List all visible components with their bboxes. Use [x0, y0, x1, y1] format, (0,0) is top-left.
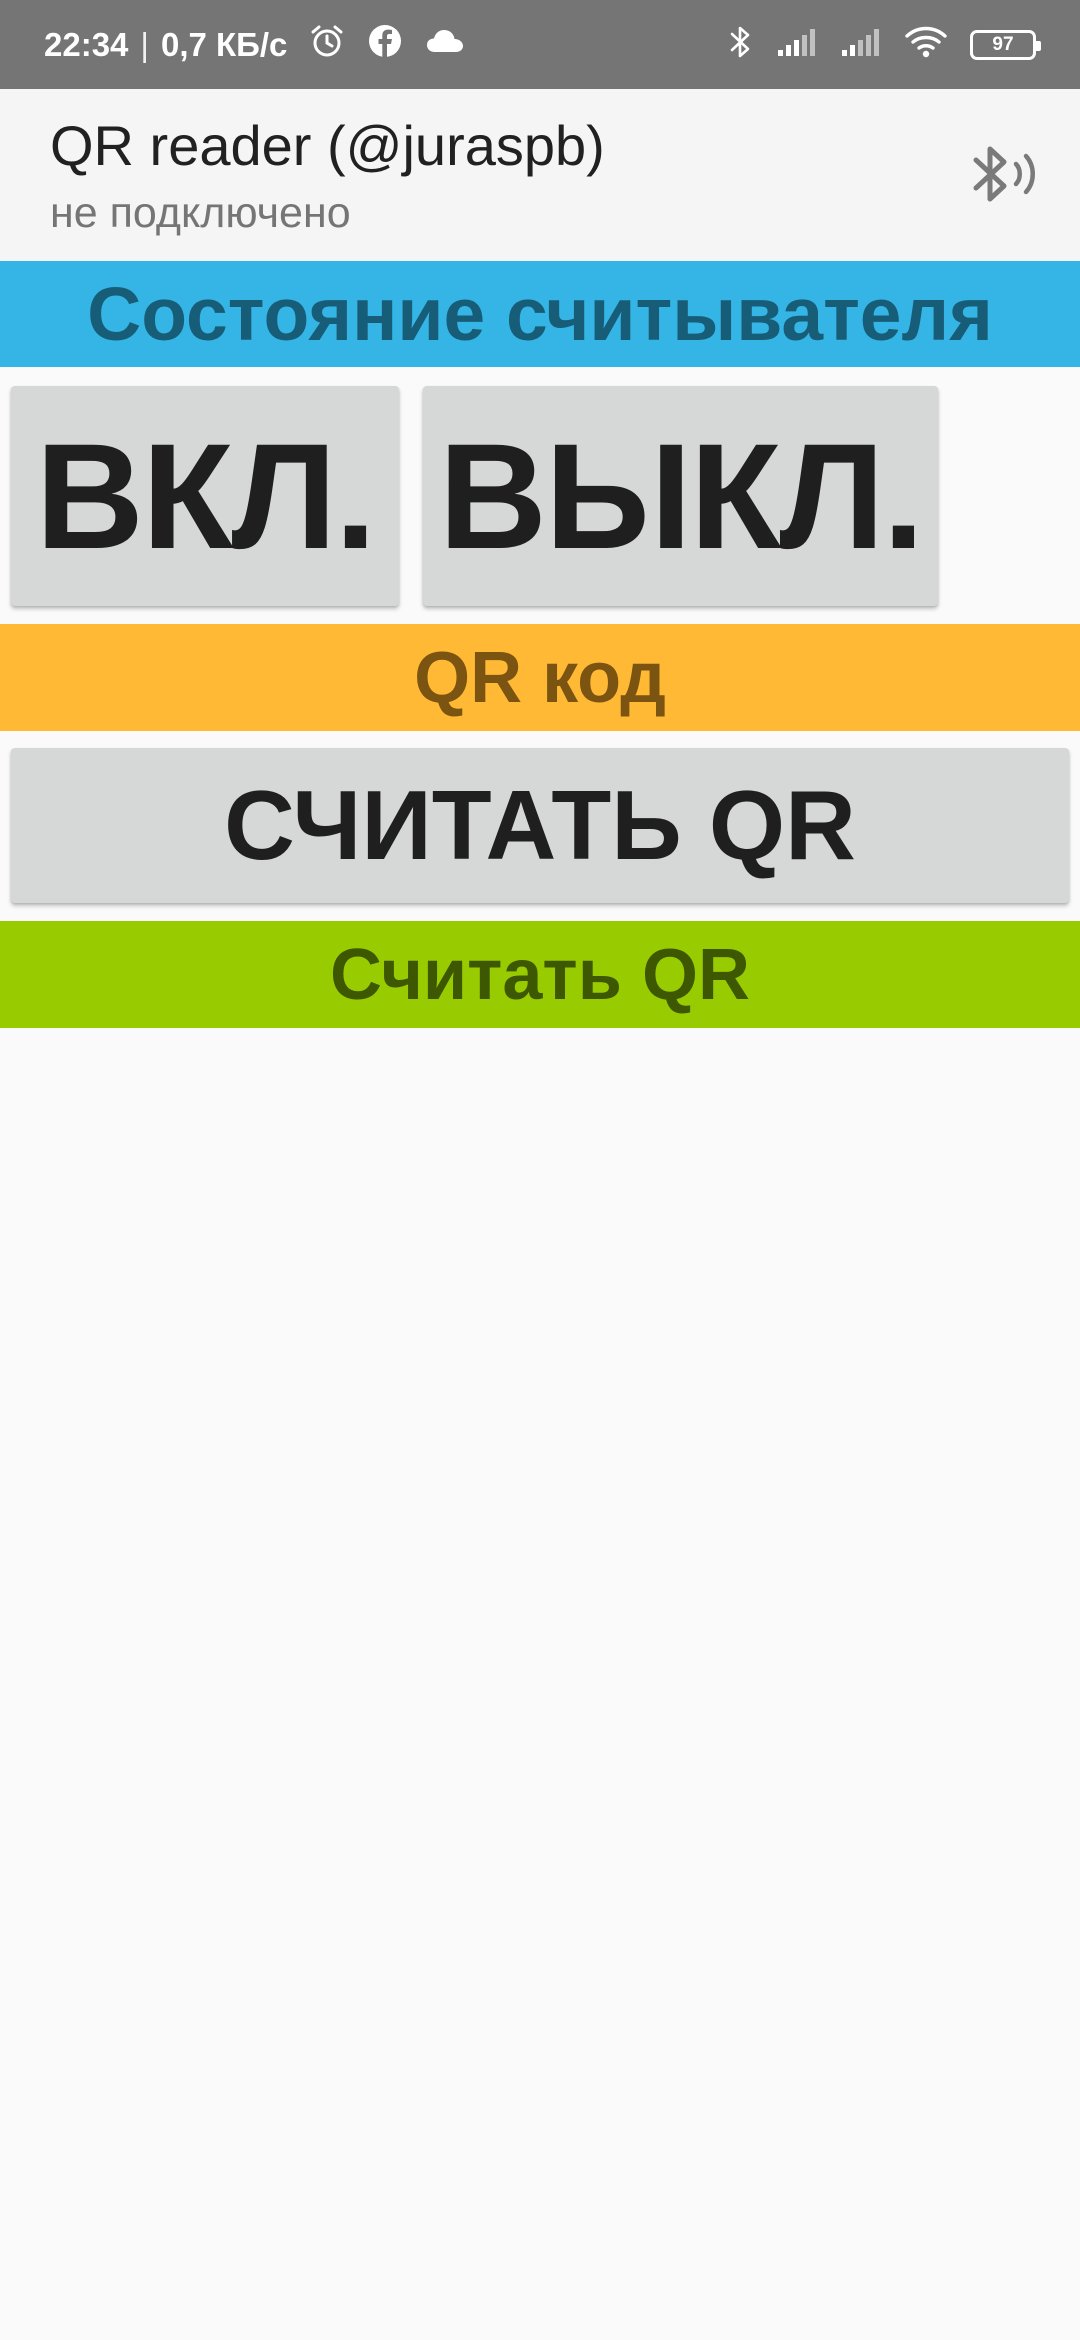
- scan-result-text: Считать QR: [0, 921, 1080, 1028]
- signal-icon: [776, 26, 818, 63]
- network-speed: 0,7 КБ/с: [160, 25, 288, 63]
- scan-qr-button[interactable]: СЧИТАТЬ QR: [11, 748, 1069, 903]
- facebook-icon: [367, 23, 403, 67]
- battery-level: 97: [992, 33, 1014, 55]
- status-separator: |: [140, 25, 149, 63]
- status-icons-left: [309, 23, 465, 67]
- reader-on-button[interactable]: ВКЛ.: [11, 386, 399, 606]
- app-bar: QR reader (@juraspb) не подключено: [0, 89, 1080, 261]
- content-area: [0, 1028, 1080, 2340]
- reader-state-header: Состояние считывателя: [0, 261, 1080, 367]
- bluetooth-icon: [728, 23, 754, 66]
- status-bar-left: 22:34 | 0,7 КБ/с: [44, 23, 465, 67]
- status-time: 22:34: [44, 25, 129, 63]
- reader-off-button[interactable]: ВЫКЛ.: [423, 386, 938, 606]
- wifi-icon: [904, 25, 948, 64]
- cloud-icon: [425, 26, 465, 64]
- bluetooth-audio-icon: [968, 136, 1040, 217]
- bluetooth-connect-button[interactable]: [964, 133, 1044, 219]
- connection-status: не подключено: [50, 189, 351, 237]
- status-bar: 22:34 | 0,7 КБ/с 97: [0, 0, 1080, 89]
- app-title: QR reader (@juraspb): [50, 114, 605, 177]
- qr-code-header: QR код: [0, 624, 1080, 731]
- signal-icon: [840, 26, 882, 63]
- battery-indicator: 97: [970, 29, 1041, 60]
- status-bar-right: 97: [728, 23, 1041, 66]
- alarm-icon: [309, 23, 345, 67]
